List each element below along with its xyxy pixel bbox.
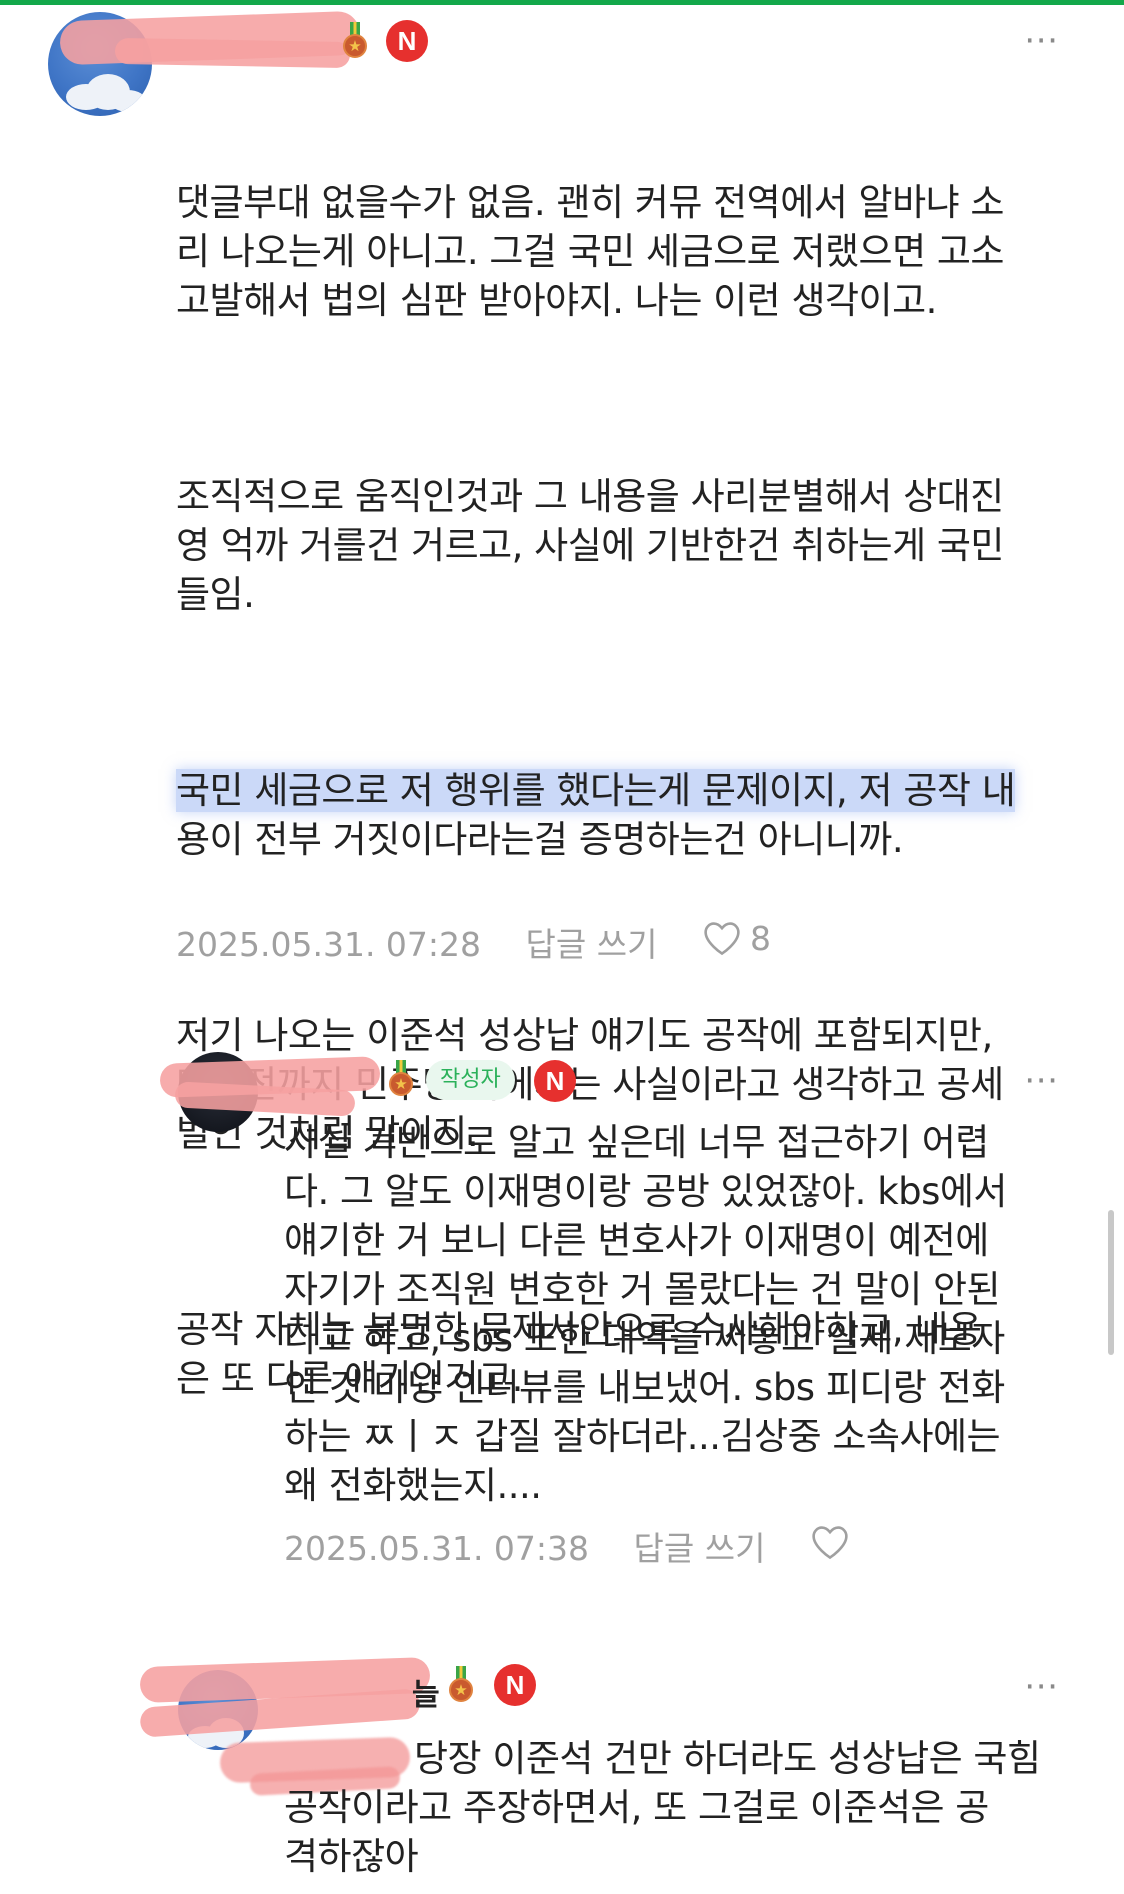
scrollbar[interactable] — [1108, 1210, 1114, 1355]
comment-meta: 2025.05.31. 07:28 답글 쓰기 8 — [176, 918, 771, 966]
comment-body: 사실 기반으로 알고 싶은데 너무 접근하기 어렵 다. 그 알도 이재명이랑 … — [284, 1121, 1007, 1507]
comment-paragraph: 댓글부대 없을수가 없음. 괜히 커뮤 전역에서 알바냐 소 리 나오는게 아니… — [176, 181, 1004, 322]
comment-1: ★ N ⋯ 댓글부대 없을수가 없음. 괜히 커뮤 전역에서 알바냐 소 리 나… — [0, 0, 1124, 1400]
comment-body: 당장 이준석 건만 하더라도 성상납은 국힘 공작이라고 주장하면서, 또 그걸… — [284, 1737, 1041, 1878]
heart-icon — [812, 1526, 848, 1560]
highlighted-paragraph: 국민 세금으로 저 행위를 했다는게 문제이지, 저 공작 내 용이 전부 거짓… — [176, 766, 1096, 864]
redacted-username-overlay — [114, 37, 351, 69]
medal-icon: ★ — [342, 22, 368, 62]
like-button[interactable] — [810, 1524, 858, 1560]
reply-button[interactable]: 답글 쓰기 — [526, 925, 658, 964]
more-options-icon[interactable]: ⋯ — [1024, 23, 1060, 57]
more-options-icon[interactable]: ⋯ — [1024, 1063, 1060, 1097]
n-badge-icon: N — [386, 20, 428, 62]
comment-3: 늘 ★ N ⋯ 당장 이준석 건만 하더라도 성상납은 국힘 공작이라고 주장하… — [0, 1640, 1124, 1894]
username[interactable]: 늘 — [412, 1670, 440, 1714]
medal-icon: ★ — [448, 1666, 474, 1706]
medal-icon: ★ — [388, 1060, 414, 1100]
like-button[interactable]: 8 — [702, 919, 771, 958]
more-options-icon[interactable]: ⋯ — [1024, 1669, 1060, 1703]
reply-button[interactable]: 답글 쓰기 — [634, 1529, 766, 1568]
comment-paragraph: 조직적으로 움직인것과 그 내용을 사리분별해서 상대진 영 억까 거를건 거르… — [176, 475, 1004, 616]
author-tag: 작성자 — [426, 1060, 515, 1100]
like-count: 8 — [749, 918, 771, 958]
comment-date: 2025.05.31. 07:38 — [284, 1529, 590, 1568]
comment-2: ★ 작성자 N ⋯ 사실 기반으로 알고 싶은데 너무 접근하기 어렵 다. 그… — [0, 1040, 1124, 1600]
n-badge-icon: N — [534, 1060, 576, 1102]
paragraph-text: 용이 전부 거짓이다라는걸 증명하는건 아니니까. — [176, 818, 904, 861]
comment-meta: 2025.05.31. 07:38 답글 쓰기 — [284, 1522, 858, 1570]
comment-date: 2025.05.31. 07:28 — [176, 925, 482, 964]
n-badge-icon: N — [494, 1664, 536, 1706]
highlighted-text: 국민 세금으로 저 행위를 했다는게 문제이지, 저 공작 내 — [176, 769, 1016, 812]
heart-icon — [704, 922, 740, 956]
